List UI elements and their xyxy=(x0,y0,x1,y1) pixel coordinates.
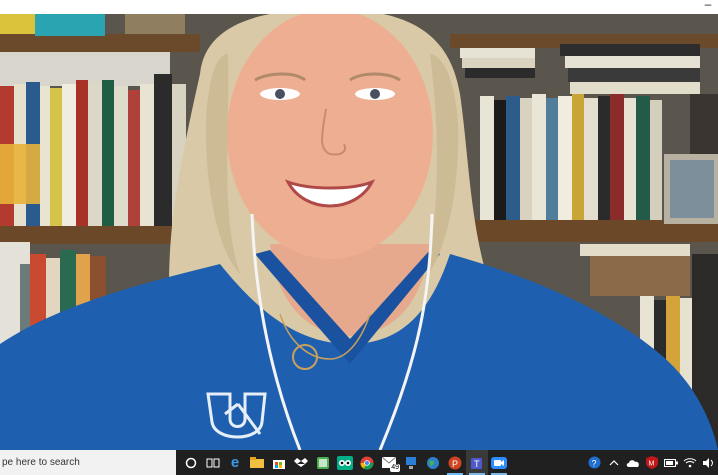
svg-text:?: ? xyxy=(592,459,597,469)
mcafee-icon[interactable]: M xyxy=(642,450,661,475)
powerpoint-icon[interactable]: P xyxy=(444,450,466,475)
teal-box xyxy=(35,14,105,36)
cortana-icon[interactable] xyxy=(180,450,202,475)
file-explorer-icon[interactable] xyxy=(246,450,268,475)
shelf-board-top-left xyxy=(0,34,200,52)
help-icon[interactable]: ? xyxy=(585,450,604,475)
tripadvisor-icon[interactable] xyxy=(334,450,356,475)
system-tray: ? M xyxy=(585,450,718,475)
svg-text:M: M xyxy=(648,461,654,468)
face xyxy=(227,14,433,259)
zoom-icon[interactable] xyxy=(488,450,510,475)
teams-icon[interactable]: T xyxy=(466,450,488,475)
mail-unread-badge: 49 xyxy=(390,464,400,472)
chevron-up-icon[interactable] xyxy=(604,450,623,475)
svg-text:P: P xyxy=(452,459,458,469)
photos-icon[interactable] xyxy=(312,450,334,475)
frame-top xyxy=(125,14,185,34)
screen: – pe here to search e 49 P T ? M xyxy=(0,0,718,475)
cloud-icon[interactable] xyxy=(623,450,642,475)
volume-icon[interactable] xyxy=(699,450,718,475)
mail-icon[interactable]: 49 xyxy=(378,450,400,475)
globe-icon[interactable] xyxy=(422,450,444,475)
wifi-icon[interactable] xyxy=(680,450,699,475)
taskbar: pe here to search e 49 P T ? M xyxy=(0,450,718,475)
task-view-icon[interactable] xyxy=(202,450,224,475)
edge-icon[interactable]: e xyxy=(224,450,246,475)
minimize-button[interactable]: – xyxy=(702,0,714,12)
taskbar-search-box[interactable]: pe here to search xyxy=(0,450,176,475)
video-feed xyxy=(0,14,718,450)
network-icon[interactable] xyxy=(400,450,422,475)
store-icon[interactable] xyxy=(268,450,290,475)
photo xyxy=(670,160,714,218)
svg-text:T: T xyxy=(474,459,480,469)
books-left-upper xyxy=(0,74,186,226)
dropbox-icon[interactable] xyxy=(290,450,312,475)
video-frame xyxy=(0,14,718,450)
chrome-icon[interactable] xyxy=(356,450,378,475)
battery-icon[interactable] xyxy=(661,450,680,475)
taskbar-pinned-apps: e 49 P T xyxy=(180,450,510,475)
window-title-bar: – xyxy=(0,0,718,14)
yellow-box xyxy=(0,14,35,34)
